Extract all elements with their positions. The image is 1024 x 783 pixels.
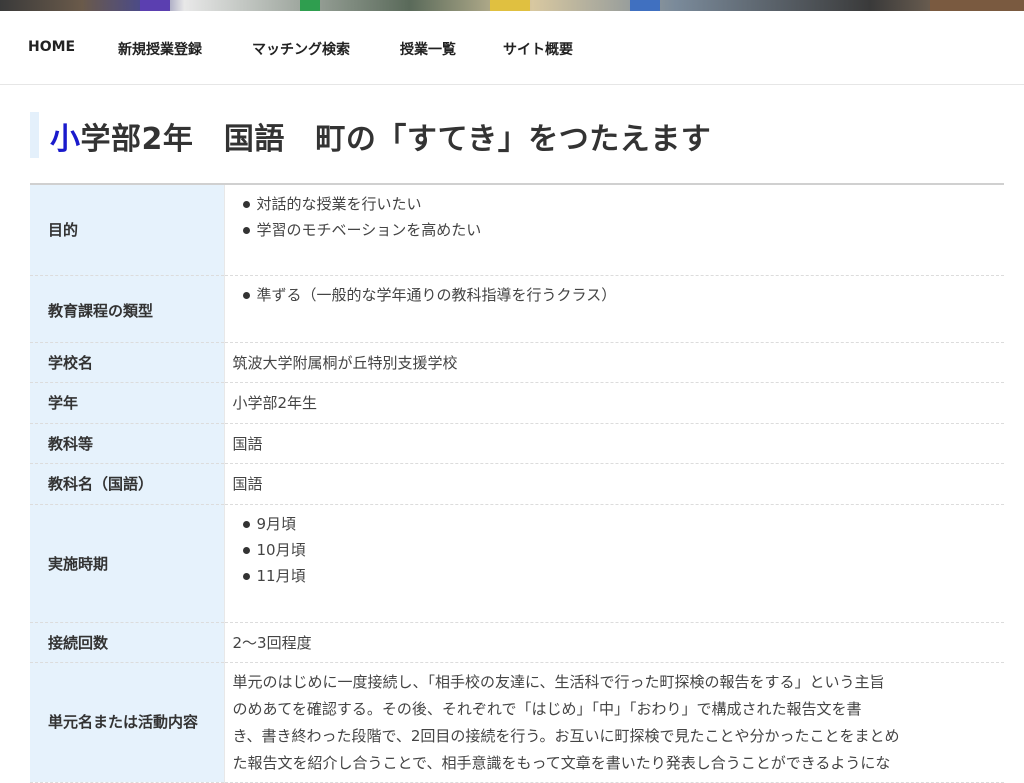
row-grade: 学年 小学部2年生 bbox=[30, 382, 1004, 424]
row-purpose: 目的 対話的な授業を行いたい 学習のモチベーションを高めたい bbox=[30, 184, 1005, 276]
nav-class-list[interactable]: 授業一覧 bbox=[400, 39, 456, 59]
class-info-table: 目的 対話的な授業を行いたい 学習のモチベーションを高めたい 教育課程の類型 準… bbox=[30, 183, 1004, 783]
value-subject: 国語 bbox=[224, 423, 1004, 464]
label-curriculum: 教育課程の類型 bbox=[30, 275, 225, 343]
curriculum-item: 準ずる（一般的な学年通りの教科指導を行うクラス） bbox=[233, 282, 1005, 308]
label-subject-name: 教科名（国語） bbox=[30, 463, 225, 505]
row-period: 実施時期 9月頃 10月頃 11月頃 bbox=[30, 504, 1005, 623]
header-banner-image bbox=[0, 0, 1024, 11]
page-title-first-char: 小 bbox=[50, 122, 81, 157]
label-school: 学校名 bbox=[30, 342, 225, 383]
main-nav: HOME 新規授業登録 マッチング検索 授業一覧 サイト概要 bbox=[0, 11, 1024, 85]
unit-text-line: のめあてを確認する。その後、それぞれで「はじめ」「中」「おわり」で構成された報告… bbox=[232, 699, 862, 718]
unit-text-line: き、書き終わった段階で、2回目の接続を行う。お互いに町探検で見たことや分かったこ… bbox=[232, 726, 900, 745]
label-subject: 教科等 bbox=[30, 423, 225, 464]
value-period: 9月頃 10月頃 11月頃 bbox=[224, 504, 1005, 623]
label-connections: 接続回数 bbox=[30, 622, 225, 663]
unit-text-line: 単元のはじめに一度接続し、「相手校の友達に、生活科で行った町探検の報告をする」と… bbox=[232, 672, 885, 691]
nav-matching-search[interactable]: マッチング検索 bbox=[252, 39, 350, 59]
value-unit: 単元のはじめに一度接続し、「相手校の友達に、生活科で行った町探検の報告をする」と… bbox=[224, 662, 1004, 783]
value-connections: 2〜3回程度 bbox=[224, 622, 1004, 663]
nav-home[interactable]: HOME bbox=[28, 39, 75, 55]
page-title-text: 小学部2年 国語 町の「すてき」をつたえます bbox=[50, 114, 711, 158]
purpose-item: 学習のモチベーションを高めたい bbox=[233, 217, 1005, 243]
label-unit: 単元名または活動内容 bbox=[30, 662, 225, 783]
value-curriculum: 準ずる（一般的な学年通りの教科指導を行うクラス） bbox=[224, 275, 1005, 343]
page-title-rest: 学部2年 国語 町の「すてき」をつたえます bbox=[80, 122, 712, 157]
row-school: 学校名 筑波大学附属桐が丘特別支援学校 bbox=[30, 342, 1004, 383]
period-item: 11月頃 bbox=[233, 563, 1005, 589]
nav-site-overview[interactable]: サイト概要 bbox=[503, 39, 573, 59]
row-curriculum: 教育課程の類型 準ずる（一般的な学年通りの教科指導を行うクラス） bbox=[30, 275, 1005, 343]
label-purpose: 目的 bbox=[30, 184, 225, 276]
period-item: 9月頃 bbox=[233, 511, 1005, 537]
row-connections: 接続回数 2〜3回程度 bbox=[30, 622, 1004, 663]
value-school: 筑波大学附属桐が丘特別支援学校 bbox=[224, 342, 1004, 383]
label-period: 実施時期 bbox=[30, 504, 225, 623]
title-accent-bar bbox=[30, 112, 39, 158]
page-title: 小学部2年 国語 町の「すてき」をつたえます bbox=[30, 112, 990, 158]
row-subject-name: 教科名（国語） 国語 bbox=[30, 463, 1004, 505]
row-subject: 教科等 国語 bbox=[30, 423, 1004, 464]
value-subject-name: 国語 bbox=[224, 463, 1004, 505]
value-purpose: 対話的な授業を行いたい 学習のモチベーションを高めたい bbox=[224, 184, 1005, 276]
value-grade: 小学部2年生 bbox=[224, 382, 1004, 424]
period-item: 10月頃 bbox=[233, 537, 1005, 563]
row-unit: 単元名または活動内容 単元のはじめに一度接続し、「相手校の友達に、生活科で行った… bbox=[30, 662, 1004, 783]
unit-text-line: た報告文を紹介し合うことで、相手意識をもって文章を書いたり発表し合うことができる… bbox=[232, 753, 891, 772]
label-grade: 学年 bbox=[30, 382, 225, 424]
nav-new-class-registration[interactable]: 新規授業登録 bbox=[118, 39, 202, 59]
purpose-item: 対話的な授業を行いたい bbox=[233, 191, 1005, 217]
